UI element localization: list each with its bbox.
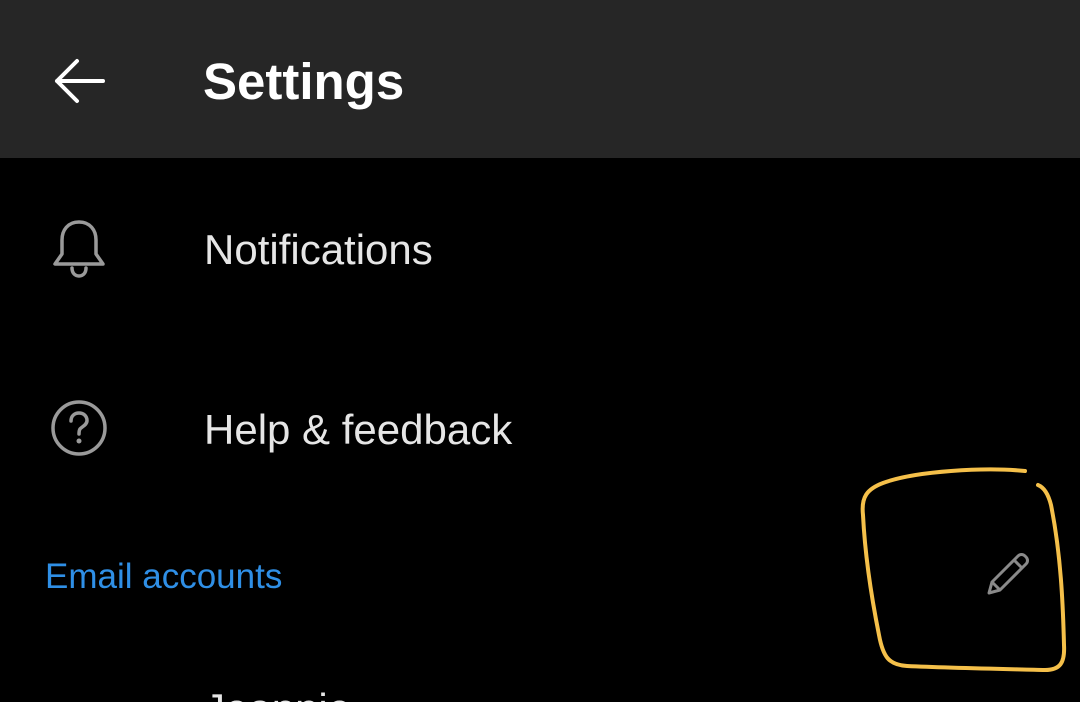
arrow-left-icon bbox=[55, 59, 105, 103]
settings-screen: Settings Notifications Help & feedback E… bbox=[0, 0, 1080, 702]
edit-accounts-button[interactable] bbox=[972, 540, 1042, 610]
menu-item-label: Notifications bbox=[204, 226, 433, 273]
help-circle-icon bbox=[40, 389, 118, 467]
pencil-icon bbox=[987, 553, 1029, 595]
page-title: Settings bbox=[203, 53, 405, 110]
section-header-email-accounts: Email accounts bbox=[45, 557, 283, 596]
menu-item-label: Help & feedback bbox=[204, 406, 513, 453]
menu-item-help-feedback[interactable]: Help & feedback bbox=[0, 340, 1080, 520]
account-item[interactable]: Jeannie bbox=[0, 660, 1080, 702]
menu-item-notifications[interactable]: Notifications bbox=[0, 160, 1080, 340]
account-name: Jeannie bbox=[204, 684, 351, 702]
back-button[interactable] bbox=[40, 42, 118, 120]
app-bar: Settings bbox=[0, 0, 1080, 158]
bell-icon bbox=[40, 209, 118, 287]
